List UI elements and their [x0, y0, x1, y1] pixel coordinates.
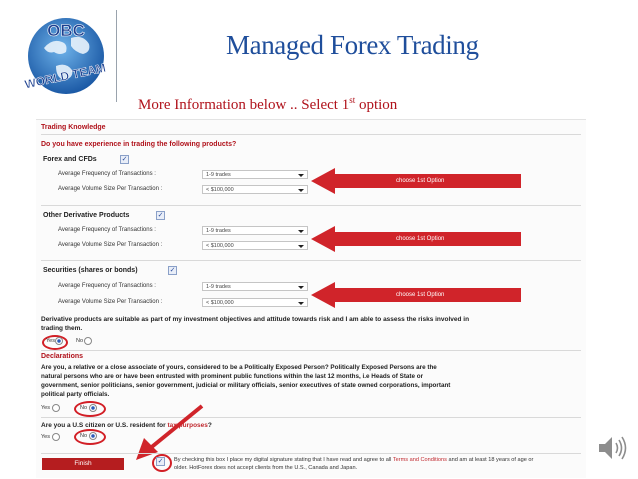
- us-no-radio[interactable]: [89, 432, 97, 440]
- terms-checkbox[interactable]: ✓: [156, 457, 165, 466]
- product-label-forex: Forex and CFDs: [43, 156, 97, 163]
- forex-frequency-select[interactable]: 1-9 trades: [202, 170, 308, 179]
- slide-title: Managed Forex Trading: [226, 30, 479, 60]
- derivatives-volume-select[interactable]: < $100,000: [202, 241, 308, 250]
- form-section-title: Trading Knowledge: [41, 124, 106, 131]
- finish-button[interactable]: Finish: [42, 458, 124, 470]
- arrow-text-2: choose 1st Option: [396, 236, 445, 242]
- logo-top-text: OBC: [47, 21, 85, 40]
- derivatives-checkbox[interactable]: ✓: [156, 211, 165, 220]
- pep-yes-radio[interactable]: [52, 404, 60, 412]
- securities-volume-select[interactable]: < $100,000: [202, 298, 308, 307]
- us-yes-radio[interactable]: [52, 433, 60, 441]
- declarations-title: Declarations: [41, 353, 84, 360]
- logo-divider: [116, 10, 117, 102]
- product-label-derivatives: Other Derivative Products: [43, 212, 130, 219]
- speaker-icon[interactable]: [596, 432, 628, 464]
- forex-checkbox[interactable]: ✓: [120, 155, 129, 164]
- terms-text-1: By checking this box I place my digital …: [174, 457, 534, 463]
- form-question: Do you have experience in trading the fo…: [41, 141, 237, 148]
- securities-checkbox[interactable]: ✓: [168, 266, 177, 275]
- pep-no-radio[interactable]: [89, 404, 97, 412]
- arrow-text-1: choose 1st Option: [396, 178, 445, 184]
- arrow-text-3: choose 1st Option: [396, 292, 445, 298]
- suitability-text-1: Derivative products are suitable as part…: [41, 316, 470, 323]
- derivatives-frequency-select[interactable]: 1-9 trades: [202, 226, 308, 235]
- securities-frequency-select[interactable]: 1-9 trades: [202, 282, 308, 291]
- obc-world-team-logo: OBC WORLD TEAM: [23, 18, 107, 94]
- terms-text-2: older. HotForex does not accept clients …: [174, 465, 358, 471]
- trading-knowledge-form: Trading Knowledge Do you have experience…: [36, 119, 586, 478]
- forex-volume-select[interactable]: < $100,000: [202, 185, 308, 194]
- suitability-no-radio[interactable]: [84, 337, 92, 345]
- product-label-securities: Securities (shares or bonds): [43, 267, 138, 274]
- suitability-yes-radio[interactable]: [55, 337, 63, 345]
- suitability-text-2: trading them.: [41, 325, 83, 332]
- slide-subtitle: More Information below .. Select 1st opt…: [138, 95, 398, 113]
